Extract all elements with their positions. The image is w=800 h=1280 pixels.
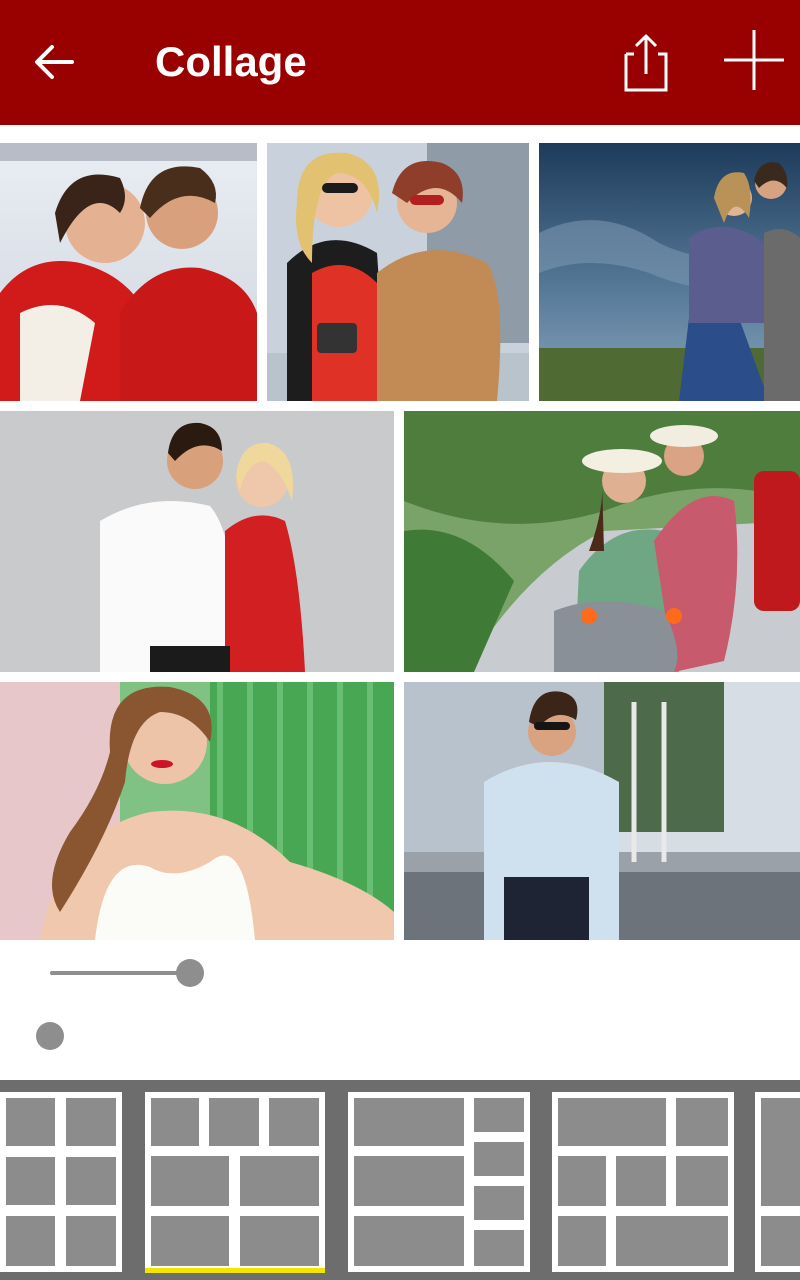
- layout-cell: [6, 1157, 55, 1205]
- layout-cell: [354, 1216, 464, 1266]
- layout-cell: [151, 1216, 229, 1266]
- layout-cell: [558, 1216, 606, 1266]
- layout-cell: [240, 1156, 319, 1206]
- layout-cell: [6, 1216, 55, 1266]
- layout-cell: [209, 1098, 259, 1146]
- layout-cell: [474, 1098, 524, 1132]
- layout-cell: [474, 1142, 524, 1176]
- layout-cell: [6, 1098, 55, 1146]
- layout-cell: [269, 1098, 319, 1146]
- plus-icon[interactable]: [720, 26, 788, 94]
- layout-option-5[interactable]: [755, 1092, 800, 1272]
- photo-couple-scooter[interactable]: [404, 411, 800, 672]
- layout-cell: [761, 1098, 800, 1206]
- layout-cell: [66, 1216, 116, 1266]
- layout-cell: [616, 1216, 728, 1266]
- photo-couple-cloudy-sky[interactable]: [539, 143, 800, 401]
- share-icon[interactable]: [618, 30, 674, 94]
- photo-woman-white-dress[interactable]: [0, 682, 394, 940]
- photo-man-street[interactable]: [404, 682, 800, 940]
- layout-cell: [151, 1098, 199, 1146]
- layout-cell: [558, 1156, 606, 1206]
- border-size-slider-track[interactable]: [50, 971, 190, 975]
- layout-option-4[interactable]: [552, 1092, 734, 1272]
- layout-cell: [558, 1098, 666, 1146]
- arrow-left-icon[interactable]: [28, 36, 80, 88]
- app-bar: Collage: [0, 0, 800, 125]
- layout-cell: [474, 1230, 524, 1266]
- layout-cell: [151, 1156, 229, 1206]
- layout-cell: [66, 1098, 116, 1146]
- photo-couple-studio[interactable]: [0, 411, 394, 672]
- layout-option-3[interactable]: [348, 1092, 530, 1272]
- layout-option-1[interactable]: [0, 1092, 122, 1272]
- layout-cell: [676, 1156, 728, 1206]
- selected-layout-indicator: [145, 1268, 325, 1273]
- corner-radius-slider-thumb[interactable]: [36, 1022, 64, 1050]
- layout-cell: [354, 1156, 464, 1206]
- layout-cell: [354, 1098, 464, 1146]
- layout-cell: [240, 1216, 319, 1266]
- photo-two-girls-sunglasses[interactable]: [267, 143, 529, 401]
- layout-option-2-selected[interactable]: [145, 1092, 325, 1272]
- layout-cell: [474, 1186, 524, 1220]
- layout-cell: [676, 1098, 728, 1146]
- layout-cell: [66, 1157, 116, 1205]
- layout-cell: [761, 1216, 800, 1266]
- layout-cell: [616, 1156, 666, 1206]
- photo-couple-red-jackets[interactable]: [0, 143, 257, 401]
- page-title: Collage: [155, 38, 307, 85]
- border-size-slider-thumb[interactable]: [176, 959, 204, 987]
